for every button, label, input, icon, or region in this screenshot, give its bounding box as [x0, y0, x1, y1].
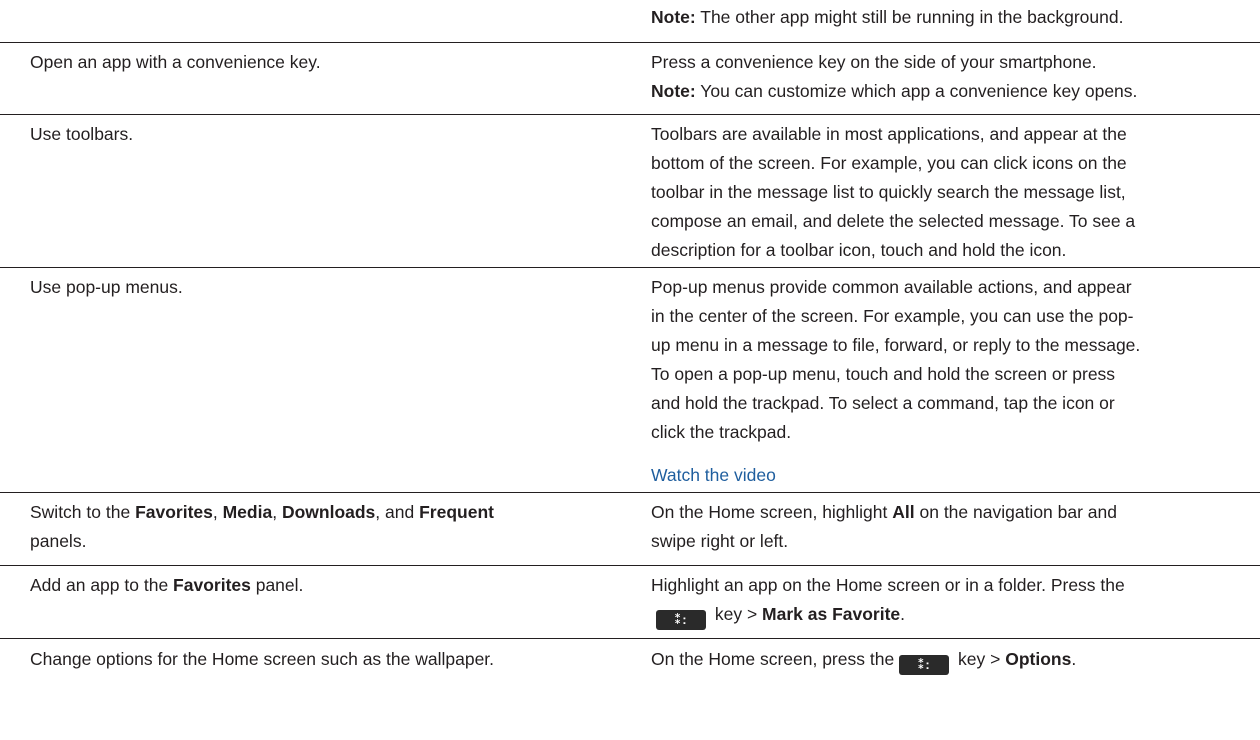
- instruction-line: description for a toolbar icon, touch an…: [651, 240, 1067, 260]
- note-text: Note: You can customize which app a conv…: [651, 81, 1138, 101]
- task-cell: Open an app with a convenience key.: [30, 52, 321, 72]
- table-row: Add an app to the Favorites panel. Highl…: [0, 566, 1260, 639]
- instruction-line: Pop-up menus provide common available ac…: [651, 277, 1132, 297]
- instruction-line: click the trackpad.: [651, 422, 792, 442]
- blackberry-menu-key-icon: ⁑:: [899, 655, 950, 675]
- instruction-line: up menu in a message to file, forward, o…: [651, 335, 1141, 355]
- note-text: Note: The other app might still be runni…: [651, 7, 1124, 27]
- task-cell: Use pop-up menus.: [30, 277, 183, 297]
- task-cell: Add an app to the Favorites panel.: [30, 575, 304, 595]
- instruction-text: Press a convenience key on the side of y…: [651, 52, 1097, 72]
- table-row: Use toolbars. Toolbars are available in …: [0, 115, 1260, 268]
- instruction-cell: On the Home screen, press the ⁑: key > Op…: [651, 645, 1251, 675]
- task-cell: Use toolbars.: [30, 124, 134, 144]
- instruction-line: To open a pop-up menu, touch and hold th…: [651, 364, 1116, 384]
- table-row: Open an app with a convenience key. Pres…: [0, 43, 1260, 115]
- table-row: Note: The other app might still be runni…: [0, 0, 1260, 43]
- instruction-line: compose an email, and delete the selecte…: [651, 211, 1136, 231]
- instruction-line: bottom of the screen. For example, you c…: [651, 153, 1127, 173]
- instruction-line: Toolbars are available in most applicati…: [651, 124, 1127, 144]
- watch-video-link[interactable]: Watch the video: [651, 465, 776, 485]
- instruction-cell: Highlight an app on the Home screen or i…: [651, 571, 1251, 630]
- task-cell: Switch to the Favorites, Media, Download…: [30, 502, 494, 551]
- table-row: Use pop-up menus. Pop-up menus provide c…: [0, 268, 1260, 493]
- instruction-line: in the center of the screen. For example…: [651, 306, 1134, 326]
- table-row: Change options for the Home screen such …: [0, 639, 1260, 740]
- instruction-line: and hold the trackpad. To select a comma…: [651, 393, 1115, 413]
- task-cell: Change options for the Home screen such …: [30, 649, 495, 669]
- instruction-cell: On the Home screen, highlight All on the…: [651, 502, 1118, 551]
- table-row: Switch to the Favorites, Media, Download…: [0, 493, 1260, 566]
- blackberry-menu-key-icon: ⁑:: [656, 610, 706, 630]
- instruction-line: toolbar in the message list to quickly s…: [651, 182, 1126, 202]
